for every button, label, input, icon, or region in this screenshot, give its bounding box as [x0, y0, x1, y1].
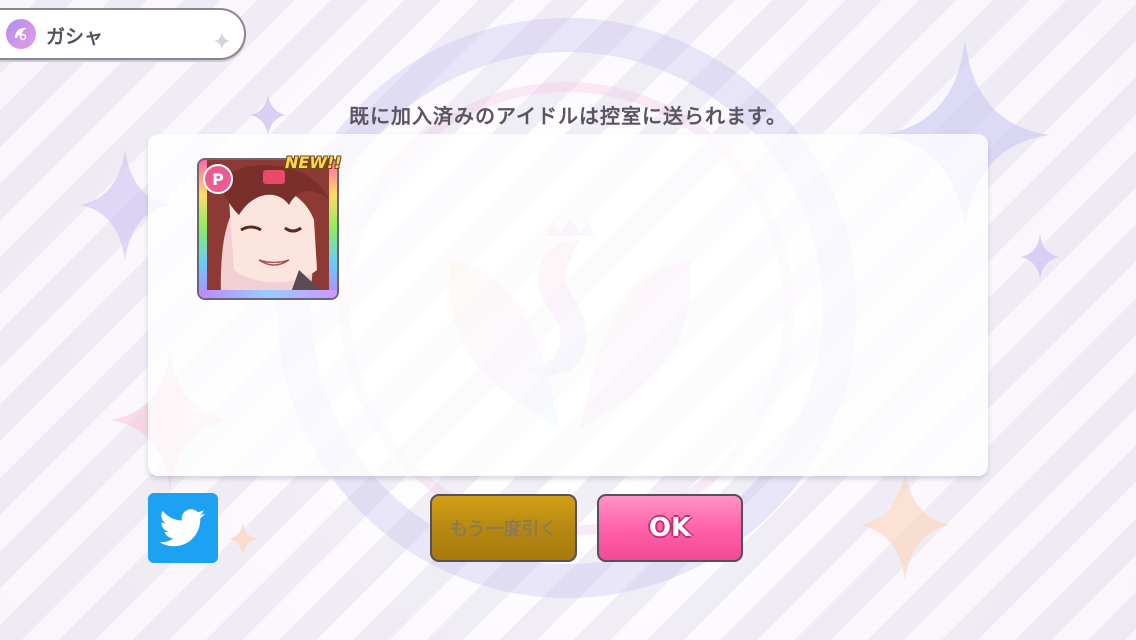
sparkle-decoration — [860, 470, 950, 580]
sparkle-decoration — [1020, 235, 1060, 279]
sparkle-decoration — [228, 522, 258, 556]
page-title: ガシャ — [46, 26, 104, 48]
card-frame-right — [329, 160, 337, 298]
info-message: 既に加入済みのアイドルは控室に送られます。 — [349, 104, 787, 128]
sparkle-icon — [214, 32, 230, 50]
idol-card-thumbnail[interactable]: P — [197, 158, 339, 300]
gacha-wing-icon — [6, 19, 36, 49]
twitter-bird-icon — [160, 509, 206, 547]
card-frame-bottom — [199, 290, 337, 298]
new-badge: NEW!! — [285, 153, 342, 172]
type-badge: P — [203, 164, 233, 194]
draw-again-button[interactable]: もう一度引く — [430, 494, 577, 562]
ok-button[interactable]: OK — [597, 494, 743, 562]
twitter-share-button[interactable] — [148, 493, 218, 563]
screen-header: ガシャ — [0, 8, 246, 60]
